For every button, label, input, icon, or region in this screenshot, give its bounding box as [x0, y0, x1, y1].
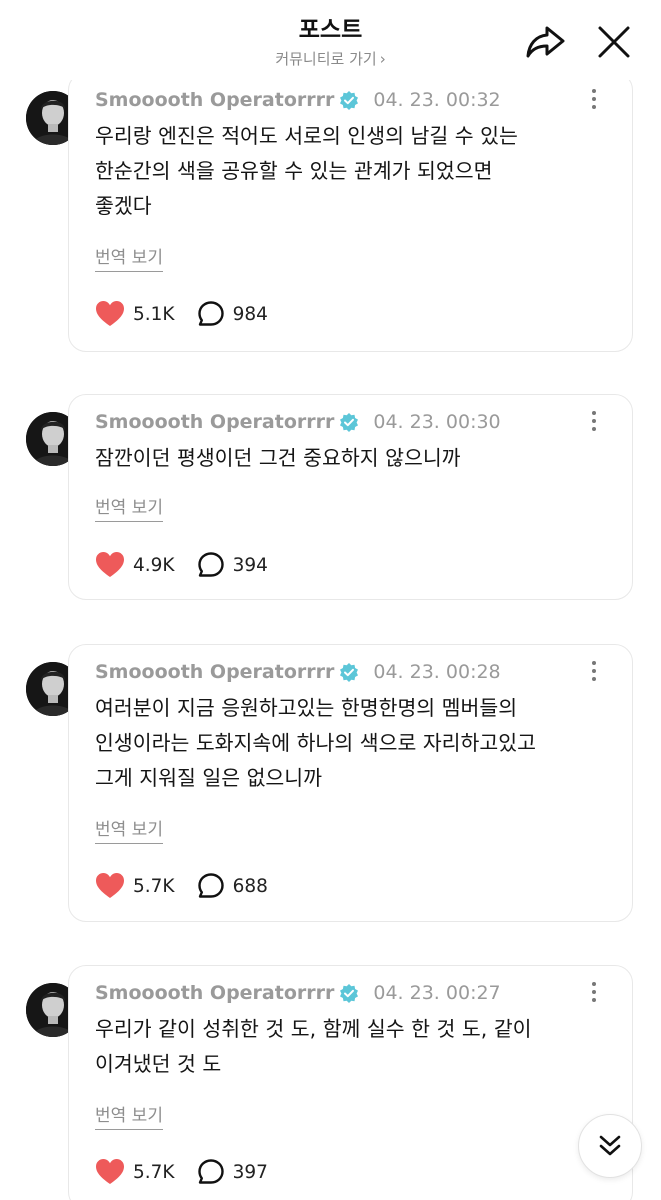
verified-icon: [340, 91, 359, 110]
more-icon: [590, 982, 598, 1002]
comment-count: 397: [232, 1161, 268, 1183]
post-meta: Smooooth Operatorrrr 04. 23. 00:30: [95, 409, 501, 435]
post-body-line: 여러분이 지금 응원하고있는 한명한명의 멤버들의: [95, 696, 518, 720]
post-body-line: 잠깐이던 평생이던 그건 중요하지 않으니까: [95, 446, 461, 470]
like-count: 5.1K: [133, 303, 175, 325]
translate-link[interactable]: 번역 보기: [95, 1101, 163, 1130]
post-body-line: 한순간의 색을 공유할 수 있는 관계가 되었으면: [95, 159, 493, 183]
author-name[interactable]: Smooooth Operatorrrr: [95, 89, 334, 111]
comment-count: 394: [232, 554, 268, 576]
chevron-right-icon: ›: [379, 50, 386, 68]
top-bar: 포스트 커뮤니티로 가기 ›: [0, 0, 661, 80]
post-card: Smooooth Operatorrrr 04. 23. 00:30 잠깐이던 …: [68, 394, 633, 600]
heart-icon: [96, 552, 124, 577]
heart-icon: [96, 301, 124, 326]
verified-icon: [340, 413, 359, 432]
post-stats: 5.1K 984: [95, 299, 268, 329]
post-time: 04. 23. 00:27: [373, 982, 501, 1004]
like-count: 4.9K: [133, 554, 175, 576]
post-body-line: 인생이라는 도화지속에 하나의 색으로 자리하고있고: [95, 731, 536, 755]
author-name[interactable]: Smooooth Operatorrrr: [95, 661, 334, 683]
like-button[interactable]: 4.9K: [95, 551, 175, 579]
close-button[interactable]: [594, 22, 634, 62]
community-link-label: 커뮤니티로 가기: [275, 50, 377, 68]
like-button[interactable]: 5.1K: [95, 300, 175, 328]
more-icon: [590, 661, 598, 681]
more-options-button[interactable]: [590, 982, 598, 1004]
like-count: 5.7K: [133, 1161, 175, 1183]
post-body: 여러분이 지금 응원하고있는 한명한명의 멤버들의인생이라는 도화지속에 하나의…: [95, 691, 615, 796]
like-count: 5.7K: [133, 875, 175, 897]
post-card: Smooooth Operatorrrr 04. 23. 00:28 여러분이 …: [68, 644, 633, 922]
more-icon: [590, 89, 598, 109]
translate-link[interactable]: 번역 보기: [95, 493, 163, 522]
comment-count: 688: [232, 875, 268, 897]
post-meta: Smooooth Operatorrrr 04. 23. 00:28: [95, 659, 501, 685]
scroll-down-button[interactable]: [578, 1114, 642, 1178]
translate-link[interactable]: 번역 보기: [95, 243, 163, 272]
comment-icon: [197, 301, 224, 326]
post-body: 우리랑 엔진은 적어도 서로의 인생의 남길 수 있는한순간의 색을 공유할 수…: [95, 119, 615, 224]
comment-button[interactable]: 688: [197, 872, 268, 900]
post-body-line: 우리가 같이 성취한 것 도, 함께 실수 한 것 도, 같이: [95, 1017, 532, 1041]
post-body-line: 그게 지워질 일은 없으니까: [95, 766, 323, 790]
comment-button[interactable]: 397: [197, 1158, 268, 1186]
heart-icon: [96, 873, 124, 898]
more-options-button[interactable]: [590, 661, 598, 683]
more-icon: [590, 411, 598, 431]
post-card: Smooooth Operatorrrr 04. 23. 00:32 우리랑 엔…: [68, 72, 633, 352]
comment-icon: [197, 873, 224, 898]
comment-icon: [197, 552, 224, 577]
post-body: 잠깐이던 평생이던 그건 중요하지 않으니까: [95, 441, 615, 476]
like-button[interactable]: 5.7K: [95, 872, 175, 900]
post-stats: 4.9K 394: [95, 550, 268, 580]
post-stats: 5.7K 688: [95, 871, 268, 901]
post-body-line: 우리랑 엔진은 적어도 서로의 인생의 남길 수 있는: [95, 124, 518, 148]
author-name[interactable]: Smooooth Operatorrrr: [95, 982, 334, 1004]
post-meta: Smooooth Operatorrrr 04. 23. 00:27: [95, 980, 501, 1006]
more-options-button[interactable]: [590, 411, 598, 433]
author-name[interactable]: Smooooth Operatorrrr: [95, 411, 334, 433]
post-body: 우리가 같이 성취한 것 도, 함께 실수 한 것 도, 같이이겨냈던 것 도: [95, 1012, 615, 1082]
like-button[interactable]: 5.7K: [95, 1158, 175, 1186]
comment-icon: [197, 1159, 224, 1184]
comment-button[interactable]: 984: [197, 300, 268, 328]
post-meta: Smooooth Operatorrrr 04. 23. 00:32: [95, 87, 501, 113]
more-options-button[interactable]: [590, 89, 598, 111]
close-icon: [598, 26, 630, 58]
post-body-line: 이겨냈던 것 도: [95, 1052, 222, 1076]
verified-icon: [340, 984, 359, 1003]
post-time: 04. 23. 00:30: [373, 411, 501, 433]
comment-count: 984: [232, 303, 268, 325]
scroll-down-icon: [599, 1135, 621, 1156]
heart-icon: [96, 1159, 124, 1184]
post-time: 04. 23. 00:32: [373, 89, 501, 111]
post-card: Smooooth Operatorrrr 04. 23. 00:27 우리가 같…: [68, 965, 633, 1200]
translate-link[interactable]: 번역 보기: [95, 815, 163, 844]
post-body-line: 좋겠다: [95, 194, 152, 218]
verified-icon: [340, 663, 359, 682]
post-stats: 5.7K 397: [95, 1157, 268, 1187]
comment-button[interactable]: 394: [197, 551, 268, 579]
share-icon: [526, 26, 565, 58]
share-button[interactable]: [524, 22, 566, 62]
post-time: 04. 23. 00:28: [373, 661, 501, 683]
